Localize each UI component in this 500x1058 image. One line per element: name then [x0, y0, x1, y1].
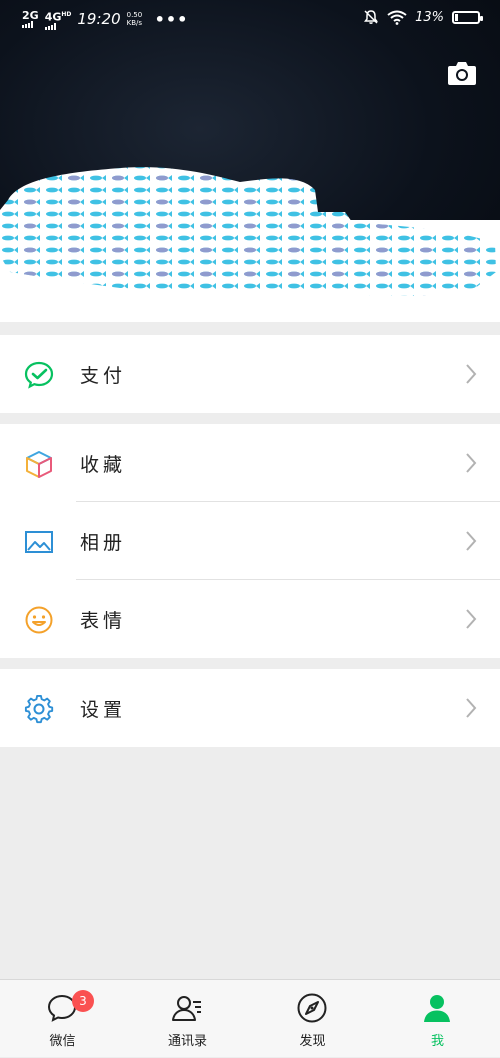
menu-item-album[interactable]: 相册	[0, 502, 500, 580]
profile-header	[0, 0, 500, 322]
contacts-icon	[172, 996, 201, 1021]
menu-label-stickers: 表情	[80, 610, 127, 632]
smiley-icon	[25, 606, 53, 634]
wechat-pay-icon	[24, 361, 54, 389]
section-collections: 收藏 相册 表情	[0, 424, 500, 658]
battery-level	[455, 13, 458, 21]
more-notifications: •••	[154, 9, 189, 29]
chevron-right-icon	[466, 531, 477, 551]
wifi-icon	[387, 10, 407, 25]
status-bar: 2G 4GHD 19:20 0.50 KB/s ••• 13%	[0, 0, 500, 38]
mute-bell-icon	[364, 10, 379, 24]
tab-discover[interactable]: 发现	[250, 980, 375, 1058]
chevron-right-icon	[466, 364, 477, 384]
menu-label-album: 相册	[80, 532, 127, 554]
signal-icon	[22, 21, 33, 29]
menu-item-settings[interactable]: 设置	[0, 669, 500, 747]
net-speed: 0.50 KB/s	[126, 11, 143, 28]
camera-icon[interactable]	[447, 60, 477, 86]
menu-label-pay: 支付	[80, 365, 127, 387]
chevron-right-icon	[466, 453, 477, 473]
chevron-right-icon	[466, 698, 477, 718]
tab-label-contacts: 通讯录	[167, 1034, 207, 1049]
menu-item-favorites[interactable]: 收藏	[0, 424, 500, 502]
tab-me[interactable]: 我	[375, 980, 500, 1058]
picture-icon	[25, 531, 53, 553]
compass-icon	[297, 993, 327, 1023]
person-icon	[424, 995, 450, 1022]
menu-label-favorites: 收藏	[80, 454, 127, 476]
network-hd: HD	[61, 11, 72, 18]
menu-item-pay[interactable]: 支付	[0, 335, 500, 413]
tab-label-discover: 发现	[299, 1034, 326, 1049]
section-pay: 支付	[0, 335, 500, 413]
signal-icon	[44, 22, 56, 30]
tab-label-me: 我	[430, 1034, 444, 1049]
tab-contacts[interactable]: 通讯录	[125, 980, 250, 1058]
battery-percent: 13%	[415, 9, 444, 25]
status-time: 19:20	[77, 10, 121, 29]
gear-icon	[24, 694, 54, 724]
chevron-right-icon	[466, 609, 477, 629]
menu-label-settings: 设置	[80, 699, 127, 721]
menu-item-stickers[interactable]: 表情	[0, 580, 500, 658]
tab-chats[interactable]: 3 微信	[0, 980, 125, 1058]
cube-icon	[26, 451, 52, 478]
network-2g: 2G	[22, 9, 39, 23]
redacted-profile-info	[0, 167, 496, 296]
battery-icon	[452, 10, 483, 24]
unread-badge: 3	[72, 990, 94, 1012]
tab-label-chats: 微信	[49, 1034, 76, 1049]
section-settings: 设置	[0, 669, 500, 747]
bottom-tab-bar: 3 微信 通讯录 发现 我	[0, 979, 500, 1057]
